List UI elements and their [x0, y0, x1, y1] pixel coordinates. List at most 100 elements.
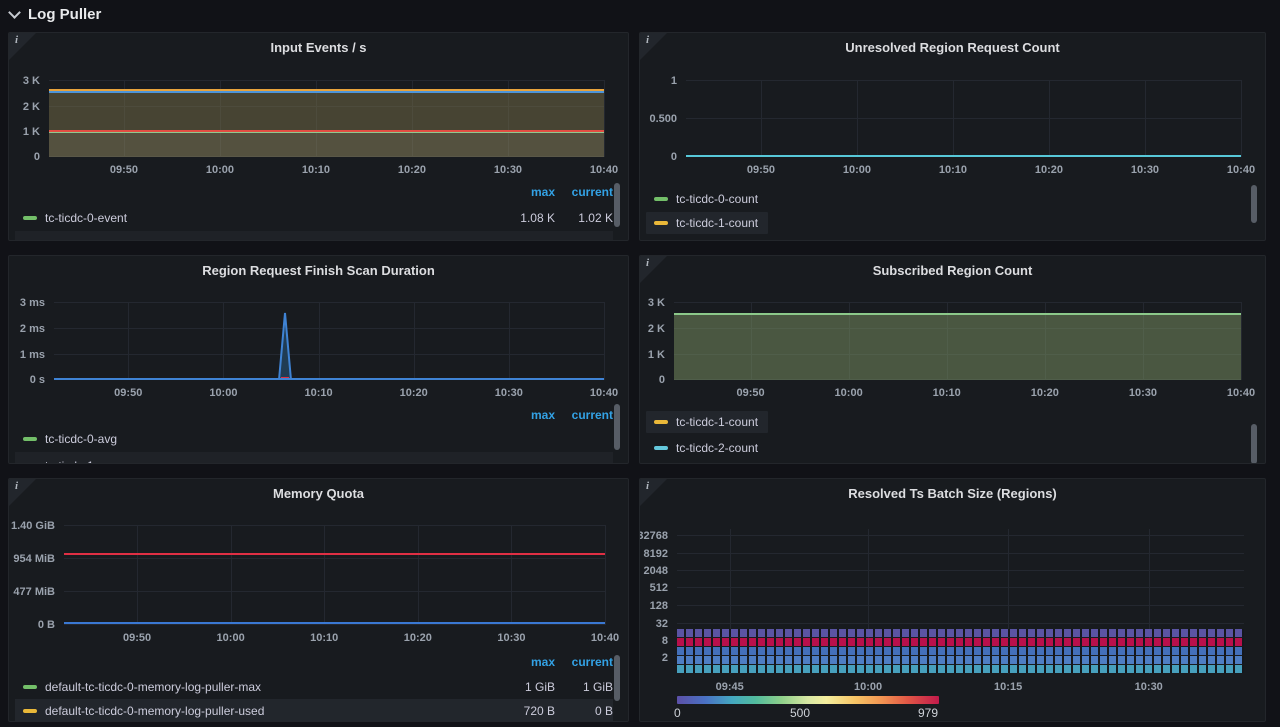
- series-color-swatch[interactable]: [23, 437, 37, 441]
- y-tick-label: 954 MiB: [13, 553, 55, 565]
- series-color-swatch[interactable]: [654, 446, 668, 450]
- series-color-swatch[interactable]: [23, 216, 37, 220]
- x-tick-label: 10:10: [939, 164, 967, 176]
- chevron-down-icon[interactable]: [8, 6, 21, 19]
- y-tick-label: 32768: [639, 530, 668, 542]
- legend-scrollbar[interactable]: [614, 183, 620, 227]
- legend-series-label[interactable]: tc-ticdc-1-count: [676, 415, 758, 429]
- x-tick-label: 10:30: [494, 164, 522, 176]
- gridline-v: [414, 302, 415, 380]
- y-tick-label: 32: [656, 618, 668, 630]
- gridline-h: 1.40 GiB: [64, 525, 605, 526]
- panel-resolved-ts-batch-size: i Resolved Ts Batch Size (Regions) 32768…: [639, 478, 1266, 722]
- gridline-v: [223, 302, 224, 380]
- x-tick-label: 10:00: [209, 387, 237, 399]
- x-tick-label: 10:40: [590, 387, 618, 399]
- y-tick-label: 8192: [644, 548, 668, 560]
- plot-area[interactable]: 3 ms 2 ms 1 ms 0 s 09:50 10:00 10:10 10:…: [54, 302, 604, 380]
- series-fill-lower: [49, 133, 604, 157]
- y-tick-label: 0 B: [38, 619, 55, 631]
- panel-scan-duration: Region Request Finish Scan Duration 3 ms…: [8, 255, 629, 464]
- x-tick-label: 10:20: [404, 632, 432, 644]
- legend-row-highlight[interactable]: tc-ticdc-1-count: [646, 212, 768, 234]
- legend-sort-current[interactable]: current: [555, 185, 613, 199]
- gridline-h: 2 ms: [54, 328, 604, 329]
- panel-title[interactable]: Unresolved Region Request Count: [680, 40, 1225, 55]
- legend-row-highlight[interactable]: tc-ticdc-1-count: [646, 411, 768, 433]
- y-tick-label: 8: [662, 635, 668, 647]
- gridline-v: [1241, 302, 1242, 380]
- legend-row-clipped[interactable]: tc-ticdc-1-event 1.58 K 1.53 K: [15, 231, 613, 241]
- panel-title[interactable]: Subscribed Region Count: [680, 263, 1225, 278]
- heatmap-row: [677, 656, 1244, 664]
- y-tick-label: 2: [662, 652, 668, 664]
- x-tick-label: 10:00: [217, 632, 245, 644]
- panel-title[interactable]: Memory Quota: [49, 486, 588, 501]
- heatmap-row: [677, 629, 1244, 637]
- legend-scrollbar[interactable]: [1251, 424, 1257, 464]
- legend-series-label[interactable]: default-tc-ticdc-0-memory-log-puller-use…: [45, 704, 264, 718]
- legend-scrollbar[interactable]: [614, 655, 620, 701]
- panel-info-icon[interactable]: i: [640, 256, 667, 283]
- gridline-v: [953, 80, 954, 157]
- legend-sort-current[interactable]: current: [555, 655, 613, 669]
- series-color-swatch[interactable]: [654, 420, 668, 424]
- x-tick-label: 10:10: [310, 632, 338, 644]
- y-tick-label: 0: [671, 151, 677, 163]
- panel-info-icon[interactable]: i: [9, 479, 36, 506]
- series-line-blue: [54, 378, 604, 380]
- plot-area[interactable]: 3 K 2 K 1 K 0 09:50 10:00 10:10 10:20 10…: [49, 80, 604, 157]
- legend-series-label[interactable]: tc-ticdc-2-count: [676, 441, 758, 455]
- panel-info-icon[interactable]: i: [640, 479, 667, 506]
- gridline-h: 8192: [677, 553, 1244, 554]
- series-color-swatch[interactable]: [654, 197, 668, 201]
- y-tick-label: 0: [659, 374, 665, 386]
- panel-title[interactable]: Input Events / s: [49, 40, 588, 55]
- y-tick-label: 3 K: [648, 297, 665, 309]
- plot-area[interactable]: 1.40 GiB 954 MiB 477 MiB 0 B 09:50 10:00…: [64, 525, 605, 625]
- panel-title[interactable]: Resolved Ts Batch Size (Regions): [680, 486, 1225, 501]
- gridline-v: [137, 525, 138, 625]
- legend-series-label[interactable]: tc-ticdc-1-count: [676, 216, 758, 230]
- gridline-h: 0 B: [64, 624, 605, 625]
- gridline-v: [1049, 80, 1050, 157]
- legend-sort-max[interactable]: max: [503, 185, 555, 199]
- gridline-h: 3 K: [674, 302, 1241, 303]
- y-tick-label: 1 K: [648, 349, 665, 361]
- panel-title[interactable]: Region Request Finish Scan Duration: [49, 263, 588, 278]
- legend-row-clipped[interactable]: tc-ticdc-1-avg: [15, 452, 613, 464]
- legend-series-label[interactable]: default-tc-ticdc-0-memory-log-puller-max: [45, 680, 261, 694]
- x-tick-label: 09:50: [747, 164, 775, 176]
- plot-area[interactable]: 1 0.500 0 09:50 10:00 10:10 10:20 10:30 …: [686, 80, 1241, 157]
- heatmap-plot-area[interactable]: 32768 8192 2048 512 128 32 8 2 09:45 10:…: [677, 529, 1244, 674]
- panel-info-icon[interactable]: i: [9, 33, 36, 60]
- legend-row: tc-ticdc-0-count: [654, 188, 1250, 210]
- legend-row[interactable]: default-tc-ticdc-0-memory-log-puller-use…: [15, 699, 613, 722]
- plot-area[interactable]: 3 K 2 K 1 K 0 09:50 10:00 10:10 10:20 10…: [674, 302, 1241, 380]
- series-color-swatch[interactable]: [23, 709, 37, 713]
- legend-series-label[interactable]: tc-ticdc-0-avg: [45, 432, 117, 446]
- gridline-v: [319, 302, 320, 380]
- series-line-red: [64, 553, 605, 555]
- legend-scrollbar[interactable]: [1251, 185, 1257, 223]
- legend-sort-current[interactable]: current: [555, 408, 613, 422]
- section-log-puller[interactable]: Log Puller: [0, 0, 1280, 28]
- gridline-h: 3 K: [49, 80, 604, 81]
- x-tick-label: 10:40: [590, 164, 618, 176]
- legend-sort-max[interactable]: max: [503, 408, 555, 422]
- gridline-v: [857, 80, 858, 157]
- legend-series-label[interactable]: tc-ticdc-0-count: [676, 192, 758, 206]
- series-fill: [674, 315, 1241, 380]
- legend-scrollbar[interactable]: [614, 404, 620, 450]
- legend-series-label[interactable]: tc-ticdc-0-event: [45, 211, 127, 225]
- series-fill-upper: [49, 93, 604, 131]
- series-color-swatch[interactable]: [23, 685, 37, 689]
- y-tick-label: 0.500: [649, 113, 677, 125]
- gridline-v: [509, 302, 510, 380]
- legend-sort-max[interactable]: max: [503, 655, 555, 669]
- series-color-swatch[interactable]: [654, 221, 668, 225]
- x-tick-label: 10:10: [302, 164, 330, 176]
- panel-info-icon[interactable]: i: [640, 33, 667, 60]
- legend-row: tc-ticdc-1-count: [654, 411, 1250, 433]
- legend-header: max current: [503, 655, 613, 669]
